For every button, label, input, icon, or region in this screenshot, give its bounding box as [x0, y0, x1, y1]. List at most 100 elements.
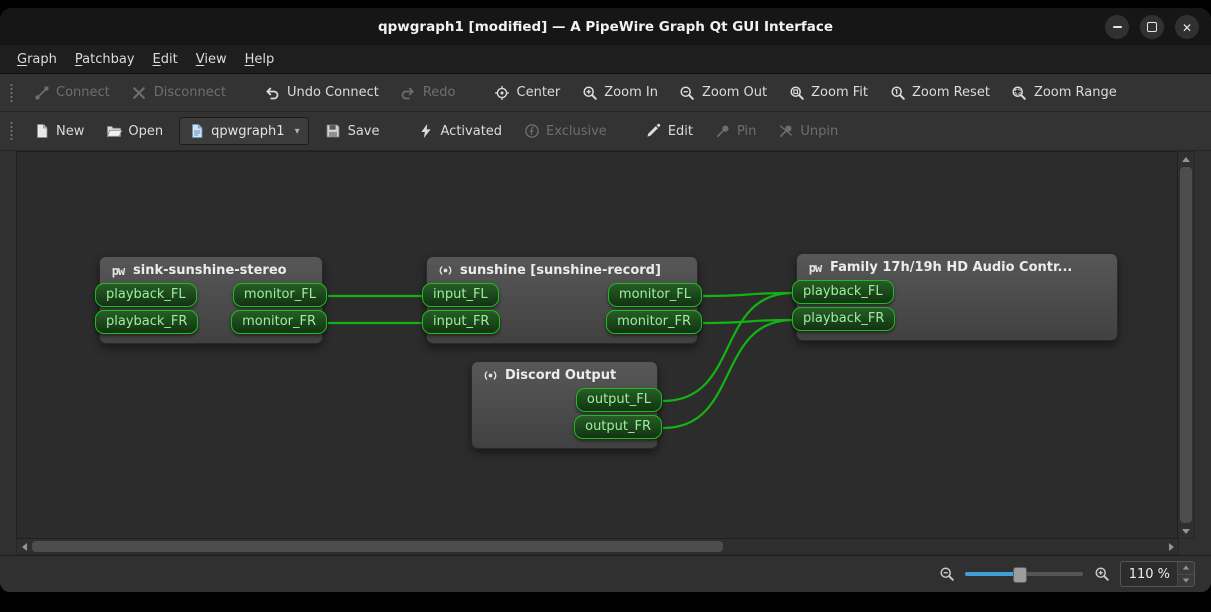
port-playback_FL[interactable]: playback_FL: [95, 283, 197, 307]
zoom-slider-handle[interactable]: [1013, 567, 1027, 583]
port-output_FL[interactable]: output_FL: [576, 388, 662, 412]
zoom-out-button[interactable]: Zoom Out: [670, 80, 776, 105]
patchbay-file-icon: [188, 123, 205, 140]
activated-label: Activated: [441, 124, 503, 139]
zoom-spinbox[interactable]: 110 %: [1120, 561, 1195, 587]
new-button[interactable]: New: [24, 119, 93, 144]
port-output_FR[interactable]: output_FR: [574, 415, 662, 439]
node-header[interactable]: pwFamily 17h/19h HD Audio Contr...: [797, 254, 1117, 278]
patchbay-combo[interactable]: qpwgraph1▾: [179, 117, 309, 145]
scroll-down-button[interactable]: [1178, 524, 1194, 538]
toolbar-patchbay: New Open qpwgraph1▾ Save Activated Exclusive E…: [0, 112, 1211, 151]
vertical-scrollbar[interactable]: [1178, 151, 1195, 539]
connect-label: Connect: [56, 85, 110, 100]
zoom-reset-icon: [889, 84, 906, 101]
node-header[interactable]: pwsink-sunshine-stereo: [100, 257, 322, 281]
speaker-icon: [437, 263, 453, 278]
zoom-in-label: Zoom In: [604, 85, 658, 100]
zoom-in-icon[interactable]: [1093, 566, 1110, 583]
graph-node-sink-sunshine-stereo[interactable]: pwsink-sunshine-stereoplayback_FLplaybac…: [99, 256, 323, 344]
unpin-button[interactable]: Unpin: [768, 119, 847, 144]
connect-button[interactable]: Connect: [24, 80, 119, 105]
menubar: GraphPatchbayEditViewHelp: [0, 45, 1211, 74]
menu-edit[interactable]: Edit: [144, 48, 187, 71]
node-header[interactable]: sunshine [sunshine-record]: [427, 257, 697, 281]
zoom-range-button[interactable]: Zoom Range: [1002, 80, 1126, 105]
graph-node-discord-output[interactable]: Discord Outputoutput_FLoutput_FR: [471, 361, 658, 449]
titlebar[interactable]: qpwgraph1 [modified] — A PipeWire Graph …: [0, 8, 1211, 45]
disconnect-button[interactable]: Disconnect: [122, 80, 235, 105]
horizontal-scroll-thumb[interactable]: [32, 541, 723, 552]
node-title: Family 17h/19h HD Audio Contr...: [830, 260, 1072, 275]
toolbar-handle[interactable]: [9, 82, 14, 104]
scroll-left-button[interactable]: [17, 539, 31, 554]
zoom-out-icon[interactable]: [938, 566, 955, 583]
redo-button[interactable]: Redo: [391, 80, 465, 105]
port-monitor_FL[interactable]: monitor_FL: [608, 283, 702, 307]
arrow-down-icon: [1182, 529, 1190, 534]
zoom-out-icon: [679, 84, 696, 101]
zoom-in-button[interactable]: Zoom In: [572, 80, 667, 105]
save-button[interactable]: Save: [316, 119, 389, 144]
port-playback_FR[interactable]: playback_FR: [792, 307, 895, 331]
graph-canvas[interactable]: pwsink-sunshine-stereoplayback_FLplaybac…: [16, 151, 1178, 539]
zoom-reset-button[interactable]: Zoom Reset: [880, 80, 999, 105]
port-monitor_FL[interactable]: monitor_FL: [233, 283, 327, 307]
maximize-button[interactable]: [1140, 15, 1164, 39]
port-monitor_FR[interactable]: monitor_FR: [231, 310, 327, 334]
center-icon: [494, 84, 511, 101]
minimize-icon: [1113, 26, 1122, 28]
node-header[interactable]: Discord Output: [472, 362, 657, 386]
activated-button[interactable]: Activated: [409, 119, 512, 144]
zoom-spin-down-button[interactable]: [1178, 574, 1194, 587]
toolbar-spacer: [238, 92, 252, 93]
exclusive-icon: [523, 123, 540, 140]
scroll-up-button[interactable]: [1178, 152, 1194, 166]
horizontal-scrollbar[interactable]: [16, 539, 1179, 555]
toolbar-handle[interactable]: [9, 120, 14, 142]
scroll-right-button[interactable]: [1164, 539, 1178, 554]
graph-node-family-hd-audio[interactable]: pwFamily 17h/19h HD Audio Contr...playba…: [796, 253, 1118, 341]
exclusive-button[interactable]: Exclusive: [514, 119, 616, 144]
main-area: pwsink-sunshine-stereoplayback_FLplaybac…: [0, 151, 1211, 539]
center-label: Center: [517, 85, 561, 100]
open-label: Open: [128, 124, 163, 139]
graph-node-sunshine[interactable]: sunshine [sunshine-record]input_FLinput_…: [426, 256, 698, 344]
vertical-scroll-track[interactable]: [1178, 166, 1194, 524]
center-button[interactable]: Center: [485, 80, 570, 105]
minimize-button[interactable]: [1105, 15, 1129, 39]
vertical-scroll-thumb[interactable]: [1180, 167, 1192, 523]
edit-button[interactable]: Edit: [636, 119, 702, 144]
port-playback_FL[interactable]: playback_FL: [792, 280, 894, 304]
chevron-down-icon: ▾: [295, 126, 300, 137]
zoom-spin-up-button[interactable]: [1178, 562, 1194, 574]
window-controls: ✕: [1105, 15, 1199, 39]
toolbar-spacer: [468, 92, 482, 93]
undo-connect-button[interactable]: Undo Connect: [255, 80, 388, 105]
port-monitor_FR[interactable]: monitor_FR: [606, 310, 702, 334]
menu-help[interactable]: Help: [236, 48, 284, 71]
zoom-fit-label: Zoom Fit: [811, 85, 868, 100]
open-button[interactable]: Open: [96, 119, 172, 144]
port-input_FL[interactable]: input_FL: [422, 283, 499, 307]
arrow-up-icon: [1182, 157, 1190, 162]
menu-patchbay[interactable]: Patchbay: [66, 48, 144, 71]
toolbar-spacer: [619, 131, 633, 132]
pin-button[interactable]: Pin: [705, 119, 765, 144]
zoom-out-label: Zoom Out: [702, 85, 767, 100]
toolbar-graph: Connect Disconnect Undo ConnectRedo Center Z…: [0, 74, 1211, 112]
zoom-fit-button[interactable]: Zoom Fit: [779, 80, 877, 105]
pin-icon: [714, 123, 731, 140]
connect-icon: [33, 84, 50, 101]
close-button[interactable]: ✕: [1175, 15, 1199, 39]
window-title: qpwgraph1 [modified] — A PipeWire Graph …: [378, 19, 833, 35]
port-playback_FR[interactable]: playback_FR: [95, 310, 198, 334]
menu-graph[interactable]: Graph: [8, 48, 66, 71]
horizontal-scroll-track[interactable]: [31, 539, 1164, 554]
exclusive-label: Exclusive: [546, 124, 607, 139]
pw-icon: pw: [110, 263, 126, 278]
menu-view[interactable]: View: [187, 48, 236, 71]
zoom-slider[interactable]: [965, 567, 1083, 581]
port-input_FR[interactable]: input_FR: [422, 310, 500, 334]
unpin-icon: [777, 123, 794, 140]
